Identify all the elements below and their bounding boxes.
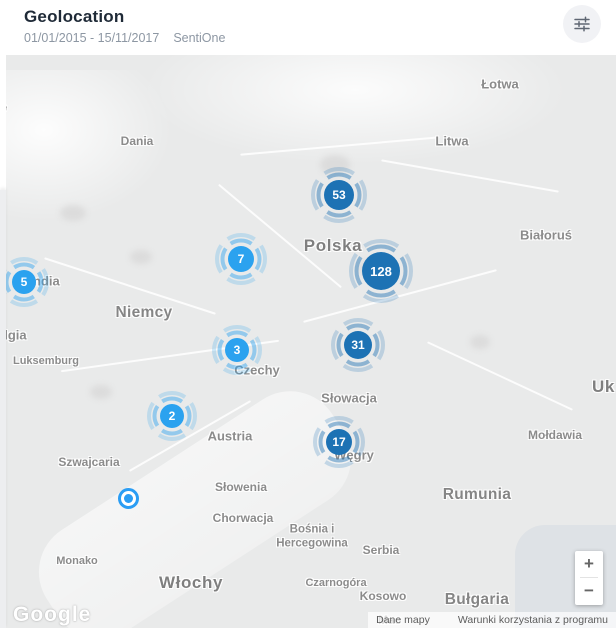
geolocation-widget: Geolocation 01/01/2015 - 15/11/2017 Senti… <box>0 0 616 628</box>
cluster-count: 17 <box>311 414 367 470</box>
cluster-marker[interactable]: 3 <box>210 323 264 377</box>
terms-link[interactable]: Warunki korzystania z programu <box>458 614 608 626</box>
zoom-out-button[interactable]: − <box>575 578 603 604</box>
cluster-count: 31 <box>329 316 387 374</box>
zoom-in-button[interactable]: + <box>575 551 603 577</box>
map-label: Monako <box>56 555 98 567</box>
map-label: Rumunia <box>443 486 511 504</box>
map-label: Austria <box>208 429 253 444</box>
cluster-count: 3 <box>210 323 264 377</box>
map-label: Serbia <box>363 543 400 557</box>
map-label: Uk <box>592 377 615 397</box>
map-label: Chorwacja <box>213 511 274 525</box>
cluster-marker[interactable]: 2 <box>145 389 199 443</box>
zoom-control: + − <box>575 551 603 605</box>
map-label: Bułgaria <box>445 591 509 609</box>
map-label: Bośnia i Hercegowina <box>276 523 348 552</box>
map-label: Słowacja <box>321 391 377 406</box>
cluster-marker[interactable]: 53 <box>309 165 369 225</box>
cluster-marker[interactable]: 128 <box>347 237 415 305</box>
map-data-link[interactable]: Dane mapy <box>376 614 430 626</box>
map-label: Dania <box>121 134 154 148</box>
sliders-icon <box>573 15 591 33</box>
map-label: Słowenia <box>215 480 267 494</box>
cluster-count: 7 <box>213 231 269 287</box>
cluster-marker[interactable]: 7 <box>213 231 269 287</box>
map-label: Białoruś <box>520 228 572 243</box>
map-label: Szwajcaria <box>58 455 119 469</box>
cluster-count: 128 <box>347 237 415 305</box>
map-label: Kosowo <box>360 589 407 603</box>
map-label: Litwa <box>435 134 468 149</box>
cluster-marker[interactable]: 31 <box>329 316 387 374</box>
page-title: Geolocation <box>24 7 124 27</box>
source-label: SentiOne <box>173 31 225 45</box>
cluster-count: 5 <box>0 255 51 309</box>
page-edge-strip-top <box>0 55 6 190</box>
map-label: Mołdawia <box>528 428 582 442</box>
cluster-count: 2 <box>145 389 199 443</box>
map-label: Włochy <box>159 573 223 593</box>
widget-header: Geolocation 01/01/2015 - 15/11/2017 Senti… <box>0 0 616 55</box>
date-range[interactable]: 01/01/2015 - 15/11/2017 <box>24 31 159 45</box>
page-edge-strip-bottom <box>0 190 6 628</box>
map-label: Łotwa <box>481 77 519 92</box>
map-label: Luksemburg <box>13 355 79 367</box>
map-label: Niemcy <box>116 304 173 322</box>
cluster-marker[interactable]: 5 <box>0 255 51 309</box>
header-subtitle: 01/01/2015 - 15/11/2017 SentiOne <box>24 31 225 45</box>
cluster-count: 53 <box>309 165 369 225</box>
point-marker[interactable] <box>118 488 139 509</box>
map-label: Czarnogóra <box>305 577 366 589</box>
filter-button[interactable] <box>563 5 601 43</box>
map-canvas[interactable]: eŁotwaLitwaDaniaPolskaBiałoruśndiaNiemcy… <box>0 55 616 628</box>
attribution-bar: Dane mapy Warunki korzystania z programu <box>368 612 616 628</box>
google-logo[interactable]: Google <box>13 603 91 627</box>
cluster-marker[interactable]: 17 <box>311 414 367 470</box>
